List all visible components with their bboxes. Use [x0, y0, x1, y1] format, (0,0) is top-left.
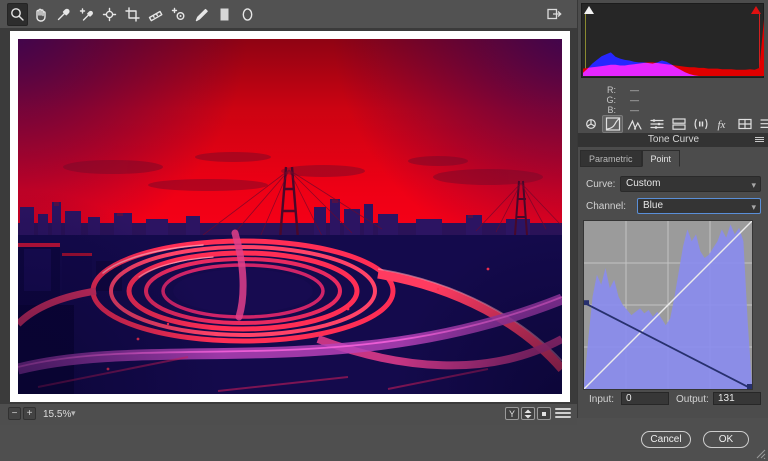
open-preferences-icon — [547, 8, 562, 20]
graduated-filter-tool[interactable] — [214, 3, 235, 26]
tab-presets[interactable] — [756, 115, 768, 133]
rgb-readout-b: B: — — [607, 105, 639, 115]
hand-tool[interactable] — [30, 3, 51, 26]
rgb-readout-g: G: — — [606, 95, 639, 105]
zoom-in-button[interactable]: + — [23, 407, 36, 420]
tab-effects[interactable]: fx — [712, 115, 733, 133]
zoom-level-chevron-down-icon[interactable]: ▾ — [71, 408, 76, 419]
before-after-toggle-button[interactable]: Y — [505, 407, 519, 420]
cancel-button[interactable]: Cancel — [641, 431, 691, 448]
tab-detail[interactable] — [624, 115, 645, 133]
tab-tone-curve[interactable] — [602, 115, 623, 133]
svg-text:fx: fx — [717, 119, 725, 131]
red-eye-tool[interactable] — [168, 3, 189, 26]
tab-hsl-grayscale[interactable] — [646, 115, 667, 133]
channel-label: Channel: — [586, 201, 627, 212]
tone-curve-tabs: Parametric Point — [580, 150, 681, 167]
zoom-out-button[interactable]: − — [8, 407, 21, 420]
input-label: Input: — [589, 394, 615, 405]
white-balance-tool[interactable] — [53, 3, 74, 26]
panel-title: Tone Curve — [578, 133, 768, 147]
rgb-readout-r: R: — — [607, 85, 639, 95]
panel-tab-bar: fx — [580, 115, 768, 133]
channel-select[interactable]: Blue ▾ — [637, 198, 761, 214]
open-preferences-button[interactable] — [543, 3, 565, 25]
curve-label: Curve: — [586, 179, 616, 190]
swap-before-after-button[interactable] — [521, 407, 535, 420]
toolbar — [0, 0, 577, 29]
zoom-tool[interactable] — [7, 2, 28, 26]
panel-flyout-menu-icon[interactable] — [755, 137, 764, 142]
crop-tool[interactable] — [122, 3, 143, 26]
zoom-level-value[interactable]: 15.5% — [43, 409, 71, 420]
tab-split-toning[interactable] — [668, 115, 689, 133]
tab-lens-corrections[interactable] — [690, 115, 711, 133]
tab-point[interactable]: Point — [641, 150, 681, 167]
camera-raw-dialog: − + 15.5% ▾ Y R: — G: — B: — fx Tone Cur… — [0, 0, 768, 461]
curve-select[interactable]: Custom ▾ — [620, 176, 761, 192]
copy-settings-button[interactable] — [537, 407, 551, 420]
resize-grip[interactable] — [756, 449, 766, 459]
tab-camera-calibration[interactable] — [734, 115, 755, 133]
adjustment-brush-tool[interactable] — [191, 3, 212, 26]
straighten-tool[interactable] — [145, 3, 166, 26]
swap-icon — [524, 409, 532, 418]
channel-select-chevron-down-icon: ▾ — [751, 202, 756, 212]
ok-button[interactable]: OK — [703, 431, 749, 448]
rgb-readout: R: — G: — B: — — [578, 85, 639, 115]
tab-parametric[interactable]: Parametric — [580, 150, 642, 167]
input-field[interactable]: 0 — [621, 392, 669, 405]
preview-footer: − + 15.5% ▾ Y — [0, 404, 577, 425]
tone-curve-editor[interactable] — [583, 220, 753, 390]
radial-filter-tool[interactable] — [237, 3, 258, 26]
curve-select-chevron-down-icon: ▾ — [751, 180, 756, 190]
targeted-adjustment-tool[interactable] — [99, 3, 120, 26]
output-label: Output: — [676, 394, 709, 405]
color-sampler-tool[interactable] — [76, 3, 97, 26]
preview-preferences-menu-icon[interactable] — [555, 408, 571, 418]
channel-select-value: Blue — [643, 200, 664, 211]
highlight-clipping-warning-icon[interactable] — [751, 6, 761, 14]
tab-basic[interactable] — [580, 115, 601, 133]
output-field[interactable]: 131 — [713, 392, 761, 405]
histogram-plot — [583, 19, 764, 76]
curve-select-value: Custom — [626, 178, 661, 189]
preview-pane — [0, 29, 577, 404]
tone-curve-plot — [583, 220, 753, 390]
histogram — [581, 3, 764, 78]
preview-image[interactable] — [18, 39, 562, 394]
toolbar-tools — [7, 2, 258, 26]
shadow-clipping-warning-icon[interactable] — [584, 6, 594, 14]
image-frame — [10, 31, 570, 402]
side-panel: R: — G: — B: — fx Tone Curve Parametric Poi… — [577, 0, 768, 418]
copy-settings-icon — [542, 411, 546, 416]
panel-title-text: Tone Curve — [647, 134, 700, 145]
